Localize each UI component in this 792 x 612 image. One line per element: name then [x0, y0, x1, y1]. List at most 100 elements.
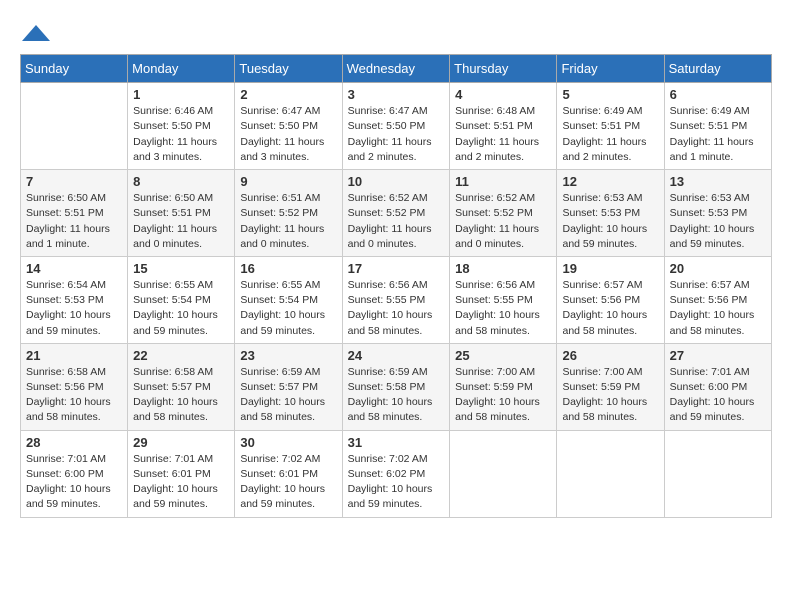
day-info: Sunrise: 6:50 AM Sunset: 5:51 PM Dayligh… [26, 191, 122, 252]
day-info: Sunrise: 6:56 AM Sunset: 5:55 PM Dayligh… [455, 278, 551, 339]
day-number: 22 [133, 348, 229, 363]
day-number: 12 [562, 174, 658, 189]
day-of-week-header: Monday [128, 55, 235, 83]
day-info: Sunrise: 7:01 AM Sunset: 6:00 PM Dayligh… [670, 365, 766, 426]
day-number: 19 [562, 261, 658, 276]
day-of-week-header: Wednesday [342, 55, 450, 83]
calendar-cell: 26 Sunrise: 7:00 AM Sunset: 5:59 PM Dayli… [557, 343, 664, 430]
day-info: Sunrise: 6:57 AM Sunset: 5:56 PM Dayligh… [562, 278, 658, 339]
day-info: Sunrise: 6:51 AM Sunset: 5:52 PM Dayligh… [240, 191, 336, 252]
day-number: 15 [133, 261, 229, 276]
day-info: Sunrise: 6:47 AM Sunset: 5:50 PM Dayligh… [240, 104, 336, 165]
logo [20, 20, 50, 44]
calendar-cell: 16 Sunrise: 6:55 AM Sunset: 5:54 PM Dayli… [235, 256, 342, 343]
day-info: Sunrise: 6:49 AM Sunset: 5:51 PM Dayligh… [562, 104, 658, 165]
calendar-cell: 31 Sunrise: 7:02 AM Sunset: 6:02 PM Dayli… [342, 430, 450, 517]
day-info: Sunrise: 7:01 AM Sunset: 6:01 PM Dayligh… [133, 452, 229, 513]
calendar-cell: 23 Sunrise: 6:59 AM Sunset: 5:57 PM Dayli… [235, 343, 342, 430]
day-of-week-header: Friday [557, 55, 664, 83]
calendar-cell [664, 430, 771, 517]
day-number: 18 [455, 261, 551, 276]
calendar-cell: 9 Sunrise: 6:51 AM Sunset: 5:52 PM Daylig… [235, 170, 342, 257]
day-info: Sunrise: 7:00 AM Sunset: 5:59 PM Dayligh… [562, 365, 658, 426]
calendar-week-row: 14 Sunrise: 6:54 AM Sunset: 5:53 PM Dayli… [21, 256, 772, 343]
day-number: 20 [670, 261, 766, 276]
day-number: 10 [348, 174, 445, 189]
day-info: Sunrise: 7:00 AM Sunset: 5:59 PM Dayligh… [455, 365, 551, 426]
calendar-cell: 10 Sunrise: 6:52 AM Sunset: 5:52 PM Dayli… [342, 170, 450, 257]
day-number: 7 [26, 174, 122, 189]
day-number: 16 [240, 261, 336, 276]
calendar-cell: 4 Sunrise: 6:48 AM Sunset: 5:51 PM Daylig… [450, 83, 557, 170]
day-info: Sunrise: 6:52 AM Sunset: 5:52 PM Dayligh… [455, 191, 551, 252]
day-number: 5 [562, 87, 658, 102]
day-info: Sunrise: 6:49 AM Sunset: 5:51 PM Dayligh… [670, 104, 766, 165]
day-info: Sunrise: 6:57 AM Sunset: 5:56 PM Dayligh… [670, 278, 766, 339]
logo-icon [22, 23, 50, 43]
calendar-cell: 18 Sunrise: 6:56 AM Sunset: 5:55 PM Dayli… [450, 256, 557, 343]
day-number: 27 [670, 348, 766, 363]
day-info: Sunrise: 6:50 AM Sunset: 5:51 PM Dayligh… [133, 191, 229, 252]
calendar-cell: 6Sunrise: 6:49 AM Sunset: 5:51 PM Daylig… [664, 83, 771, 170]
calendar-cell [21, 83, 128, 170]
day-number: 30 [240, 435, 336, 450]
day-info: Sunrise: 6:56 AM Sunset: 5:55 PM Dayligh… [348, 278, 445, 339]
day-number: 4 [455, 87, 551, 102]
day-of-week-header: Saturday [664, 55, 771, 83]
calendar-week-row: 21Sunrise: 6:58 AM Sunset: 5:56 PM Dayli… [21, 343, 772, 430]
day-info: Sunrise: 6:53 AM Sunset: 5:53 PM Dayligh… [670, 191, 766, 252]
day-number: 25 [455, 348, 551, 363]
day-number: 14 [26, 261, 122, 276]
day-of-week-header: Thursday [450, 55, 557, 83]
day-info: Sunrise: 6:58 AM Sunset: 5:56 PM Dayligh… [26, 365, 122, 426]
day-info: Sunrise: 6:58 AM Sunset: 5:57 PM Dayligh… [133, 365, 229, 426]
day-info: Sunrise: 6:52 AM Sunset: 5:52 PM Dayligh… [348, 191, 445, 252]
day-number: 26 [562, 348, 658, 363]
calendar-cell: 5 Sunrise: 6:49 AM Sunset: 5:51 PM Daylig… [557, 83, 664, 170]
calendar-cell: 13Sunrise: 6:53 AM Sunset: 5:53 PM Dayli… [664, 170, 771, 257]
calendar-week-row: 28 Sunrise: 7:01 AM Sunset: 6:00 PM Dayli… [21, 430, 772, 517]
calendar-cell: 7 Sunrise: 6:50 AM Sunset: 5:51 PM Daylig… [21, 170, 128, 257]
day-info: Sunrise: 6:48 AM Sunset: 5:51 PM Dayligh… [455, 104, 551, 165]
calendar-cell: 15Sunrise: 6:55 AM Sunset: 5:54 PM Dayli… [128, 256, 235, 343]
day-number: 31 [348, 435, 445, 450]
calendar-cell: 3 Sunrise: 6:47 AM Sunset: 5:50 PM Daylig… [342, 83, 450, 170]
calendar-cell: 25 Sunrise: 7:00 AM Sunset: 5:59 PM Dayli… [450, 343, 557, 430]
day-number: 29 [133, 435, 229, 450]
calendar-cell: 11Sunrise: 6:52 AM Sunset: 5:52 PM Dayli… [450, 170, 557, 257]
calendar-cell [557, 430, 664, 517]
day-info: Sunrise: 6:47 AM Sunset: 5:50 PM Dayligh… [348, 104, 445, 165]
calendar-cell: 21Sunrise: 6:58 AM Sunset: 5:56 PM Dayli… [21, 343, 128, 430]
page-header [20, 20, 772, 44]
calendar-cell: 2 Sunrise: 6:47 AM Sunset: 5:50 PM Daylig… [235, 83, 342, 170]
calendar-week-row: 7 Sunrise: 6:50 AM Sunset: 5:51 PM Daylig… [21, 170, 772, 257]
day-number: 24 [348, 348, 445, 363]
day-info: Sunrise: 7:02 AM Sunset: 6:01 PM Dayligh… [240, 452, 336, 513]
day-number: 17 [348, 261, 445, 276]
day-info: Sunrise: 6:53 AM Sunset: 5:53 PM Dayligh… [562, 191, 658, 252]
day-number: 3 [348, 87, 445, 102]
calendar-cell: 17 Sunrise: 6:56 AM Sunset: 5:55 PM Dayli… [342, 256, 450, 343]
calendar-header-row: SundayMondayTuesdayWednesdayThursdayFrid… [21, 55, 772, 83]
day-number: 9 [240, 174, 336, 189]
day-info: Sunrise: 6:55 AM Sunset: 5:54 PM Dayligh… [240, 278, 336, 339]
calendar-week-row: 1 Sunrise: 6:46 AM Sunset: 5:50 PM Daylig… [21, 83, 772, 170]
day-number: 1 [133, 87, 229, 102]
day-of-week-header: Sunday [21, 55, 128, 83]
day-number: 2 [240, 87, 336, 102]
day-info: Sunrise: 6:59 AM Sunset: 5:57 PM Dayligh… [240, 365, 336, 426]
calendar-cell: 28 Sunrise: 7:01 AM Sunset: 6:00 PM Dayli… [21, 430, 128, 517]
day-info: Sunrise: 7:01 AM Sunset: 6:00 PM Dayligh… [26, 452, 122, 513]
calendar-cell: 30 Sunrise: 7:02 AM Sunset: 6:01 PM Dayli… [235, 430, 342, 517]
day-info: Sunrise: 6:46 AM Sunset: 5:50 PM Dayligh… [133, 104, 229, 165]
day-number: 28 [26, 435, 122, 450]
day-number: 23 [240, 348, 336, 363]
calendar-cell: 27 Sunrise: 7:01 AM Sunset: 6:00 PM Dayli… [664, 343, 771, 430]
day-info: Sunrise: 6:59 AM Sunset: 5:58 PM Dayligh… [348, 365, 445, 426]
calendar-cell: 12 Sunrise: 6:53 AM Sunset: 5:53 PM Dayli… [557, 170, 664, 257]
day-info: Sunrise: 7:02 AM Sunset: 6:02 PM Dayligh… [348, 452, 445, 513]
calendar-cell: 19 Sunrise: 6:57 AM Sunset: 5:56 PM Dayli… [557, 256, 664, 343]
calendar-cell: 20 Sunrise: 6:57 AM Sunset: 5:56 PM Dayli… [664, 256, 771, 343]
calendar-cell: 24 Sunrise: 6:59 AM Sunset: 5:58 PM Dayli… [342, 343, 450, 430]
day-info: Sunrise: 6:54 AM Sunset: 5:53 PM Dayligh… [26, 278, 122, 339]
